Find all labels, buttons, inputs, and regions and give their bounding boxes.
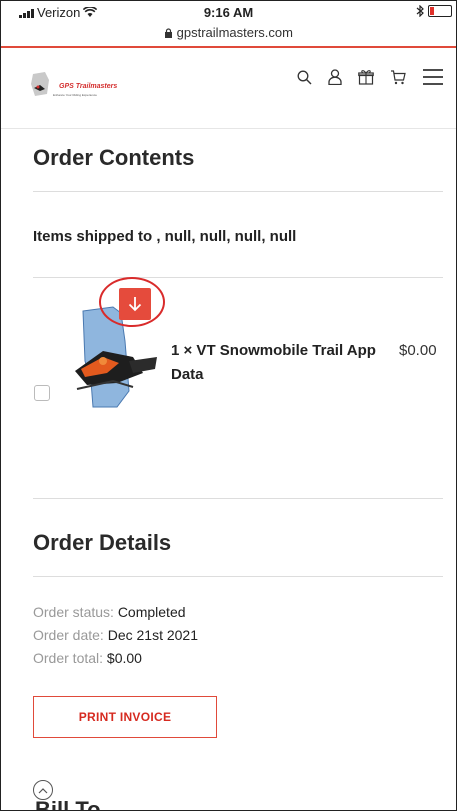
shipping-text: Items shipped to , null, null, null, nul… [33, 228, 297, 245]
logo-tagline: Enhance Your Riding Experience [53, 93, 97, 97]
divider [33, 277, 443, 278]
product-name[interactable]: 1 × VT Snowmobile Trail App Data [171, 339, 381, 387]
divider [33, 576, 443, 577]
annotation-circle [99, 277, 165, 327]
order-date: Order date: Dec 21st 2021 [33, 627, 198, 643]
logo-text: GPS Trailmasters [59, 83, 118, 90]
chevron-up-icon [38, 787, 48, 793]
phone-screen: Verizon 9:16 AM gpstrailmasters.com GPS … [0, 0, 457, 811]
address-bar[interactable]: gpstrailmasters.com [1, 25, 456, 40]
header-divider [1, 128, 456, 129]
gift-icon[interactable] [358, 69, 374, 85]
order-contents-title: Order Contents [33, 145, 195, 170]
status-bar: Verizon 9:16 AM [1, 1, 456, 21]
order-status: Order status: Completed [33, 604, 186, 620]
logo-state-icon [31, 72, 49, 96]
status-right [416, 5, 452, 17]
status-time: 9:16 AM [203, 5, 254, 20]
site-header: GPS Trailmasters Enhance Your Riding Exp… [1, 48, 456, 126]
url-text: gpstrailmasters.com [176, 25, 293, 40]
order-total: Order total: $0.00 [33, 650, 142, 666]
print-invoice-button[interactable]: PRINT INVOICE [33, 696, 217, 738]
order-total-label: Order total: [33, 650, 104, 666]
order-status-value: Completed [117, 604, 186, 620]
order-status-label: Order status: [33, 604, 114, 620]
menu-icon[interactable] [422, 68, 444, 86]
divider [33, 191, 443, 192]
user-icon[interactable] [328, 69, 342, 85]
order-date-label: Order date: [33, 627, 104, 643]
search-icon[interactable] [297, 70, 312, 85]
bluetooth-icon [416, 5, 424, 17]
item-checkbox[interactable] [34, 385, 50, 401]
product-price: $0.00 [399, 342, 437, 359]
cart-icon[interactable] [390, 69, 406, 85]
divider [33, 498, 443, 499]
lock-icon [165, 28, 173, 38]
order-details-title: Order Details [33, 530, 172, 555]
site-logo[interactable]: GPS Trailmasters Enhance Your Riding Exp… [31, 72, 141, 102]
order-date-value: Dec 21st 2021 [107, 627, 199, 643]
header-icons [297, 68, 444, 86]
battery-icon [428, 5, 452, 17]
order-total-value: $0.00 [106, 650, 142, 666]
bill-to-title: Bill To [35, 797, 101, 811]
